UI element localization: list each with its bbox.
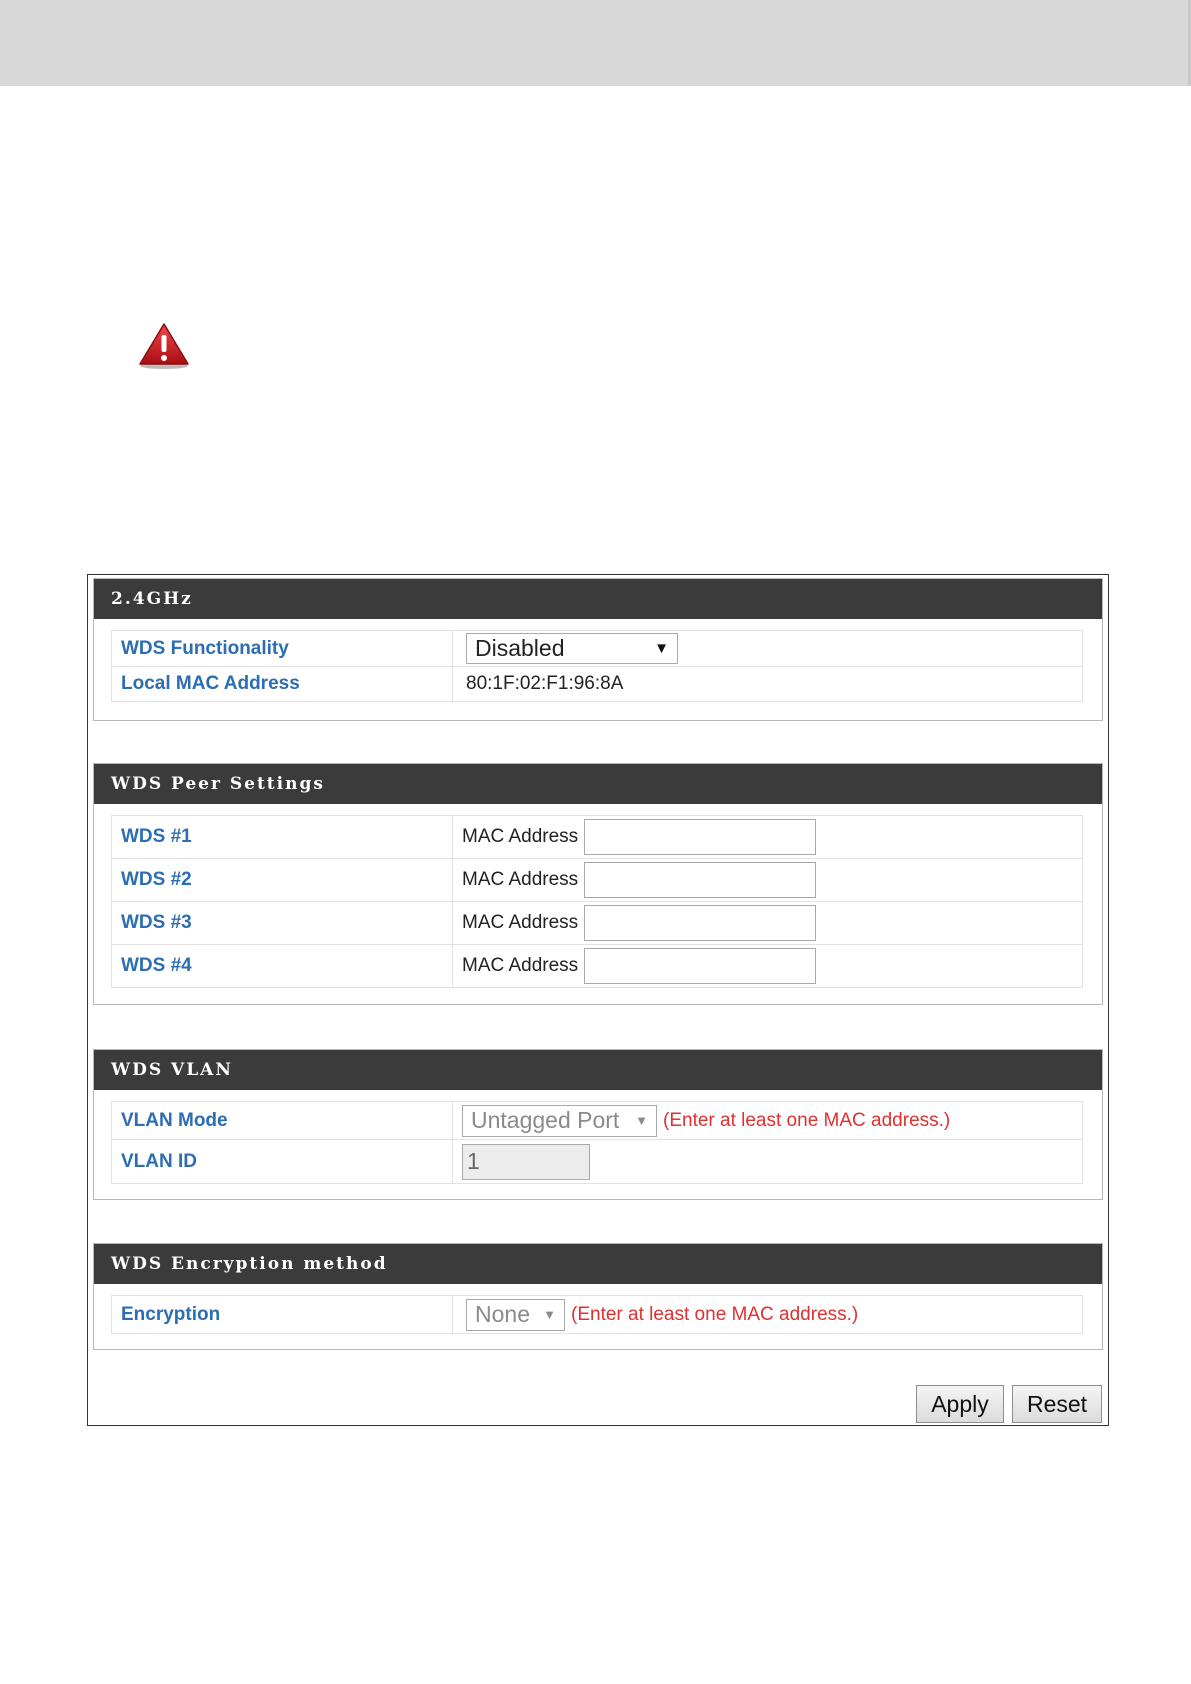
section-2-4ghz: 2.4GHz WDS Functionality Disabled ▼ Loca…: [93, 578, 1103, 721]
vlan-mode-row: VLAN Mode Untagged Port ▼ (Enter at leas…: [112, 1102, 1082, 1140]
section-wds-vlan: WDS VLAN VLAN Mode Untagged Port ▼ (Ente…: [93, 1049, 1103, 1200]
local-mac-value: 80:1F:02:F1:96:8A: [466, 673, 624, 694]
vlan-mode-value: Untagged Port: [471, 1107, 620, 1133]
vlan-mode-hint: (Enter at least one MAC address.): [663, 1109, 951, 1131]
wds-peer-2-mac-input[interactable]: [584, 862, 817, 898]
wds-functionality-value: Disabled: [475, 635, 565, 661]
wds-peer-4-mac-input[interactable]: [584, 948, 817, 984]
wds-peer-cell: MAC Address: [453, 816, 1082, 858]
settings-table: WDS #1 MAC Address WDS #2 MAC Address WD…: [111, 815, 1083, 988]
wds-peer-label: WDS #2: [112, 859, 453, 901]
vlan-mode-select[interactable]: Untagged Port ▼: [462, 1104, 657, 1137]
local-mac-row: Local MAC Address 80:1F:02:F1:96:8A: [112, 667, 1082, 701]
warning-triangle-icon: [138, 322, 190, 370]
wds-peer-cell: MAC Address: [453, 945, 1082, 987]
wds-functionality-cell: Disabled ▼: [453, 631, 1082, 666]
wds-settings-panel: 2.4GHz WDS Functionality Disabled ▼ Loca…: [87, 574, 1109, 1426]
section-wds-encryption: WDS Encryption method Encryption None ▼ …: [93, 1243, 1103, 1350]
wds-peer-label: WDS #3: [112, 902, 453, 944]
vlan-mode-label: VLAN Mode: [112, 1102, 453, 1139]
local-mac-label: Local MAC Address: [112, 667, 453, 701]
reset-button[interactable]: Reset: [1012, 1385, 1102, 1423]
wds-functionality-row: WDS Functionality Disabled ▼: [112, 631, 1082, 667]
mac-address-label: MAC Address: [462, 955, 579, 976]
wds-peer-row-1: WDS #1 MAC Address: [112, 816, 1082, 859]
wds-peer-3-mac-input[interactable]: [584, 905, 817, 941]
encryption-value: None: [475, 1301, 530, 1327]
section-title: 2.4GHz: [94, 579, 1102, 619]
vlan-mode-cell: Untagged Port ▼ (Enter at least one MAC …: [453, 1102, 1082, 1139]
vlan-id-input[interactable]: [462, 1143, 590, 1180]
apply-button[interactable]: Apply: [916, 1385, 1004, 1423]
dropdown-arrow-icon: ▼: [543, 1307, 556, 1322]
settings-table: WDS Functionality Disabled ▼ Local MAC A…: [111, 630, 1083, 702]
section-title: WDS Peer Settings: [94, 764, 1102, 804]
wds-peer-row-3: WDS #3 MAC Address: [112, 902, 1082, 945]
wds-functionality-select[interactable]: Disabled ▼: [466, 633, 678, 664]
wds-peer-1-mac-input[interactable]: [584, 819, 817, 855]
encryption-cell: None ▼ (Enter at least one MAC address.): [453, 1296, 1082, 1333]
encryption-label: Encryption: [112, 1296, 453, 1333]
vlan-id-label: VLAN ID: [112, 1140, 453, 1183]
wds-peer-row-2: WDS #2 MAC Address: [112, 859, 1082, 902]
mac-address-label: MAC Address: [462, 869, 579, 890]
mac-address-label: MAC Address: [462, 912, 579, 933]
wds-peer-row-4: WDS #4 MAC Address: [112, 945, 1082, 987]
section-title: WDS VLAN: [94, 1050, 1102, 1090]
wds-peer-label: WDS #4: [112, 945, 453, 987]
dropdown-arrow-icon: ▼: [654, 640, 669, 657]
dropdown-arrow-icon: ▼: [635, 1113, 648, 1128]
wds-functionality-label: WDS Functionality: [112, 631, 453, 666]
settings-table: Encryption None ▼ (Enter at least one MA…: [111, 1295, 1083, 1334]
encryption-hint: (Enter at least one MAC address.): [571, 1303, 859, 1325]
wds-peer-label: WDS #1: [112, 816, 453, 858]
settings-table: VLAN Mode Untagged Port ▼ (Enter at leas…: [111, 1101, 1083, 1184]
vlan-id-cell: [453, 1140, 1082, 1183]
wds-peer-cell: MAC Address: [453, 902, 1082, 944]
encryption-row: Encryption None ▼ (Enter at least one MA…: [112, 1296, 1082, 1333]
section-wds-peer-settings: WDS Peer Settings WDS #1 MAC Address WDS…: [93, 763, 1103, 1005]
page-header-band: [0, 0, 1191, 86]
vlan-id-row: VLAN ID: [112, 1140, 1082, 1183]
encryption-select[interactable]: None ▼: [466, 1298, 565, 1331]
wds-peer-cell: MAC Address: [453, 859, 1082, 901]
mac-address-label: MAC Address: [462, 826, 579, 847]
section-title: WDS Encryption method: [94, 1244, 1102, 1284]
